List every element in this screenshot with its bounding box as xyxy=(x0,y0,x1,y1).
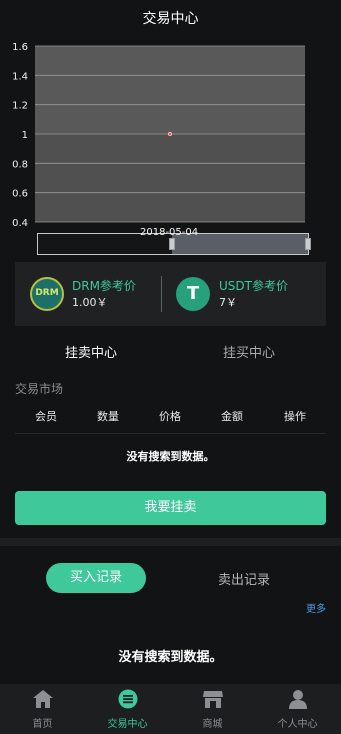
tab-buy-records[interactable]: 买入记录 xyxy=(46,563,146,593)
usdt-price-value: 7￥ xyxy=(219,296,237,309)
usdt-coin-icon: T xyxy=(176,277,210,311)
drm-price-name: DRM参考价 xyxy=(72,279,136,293)
chart-plot-band xyxy=(35,46,305,134)
store-icon xyxy=(203,691,223,708)
y-tick-label: 1 xyxy=(22,130,28,141)
tab-buy-center[interactable]: 挂买中心 xyxy=(223,342,275,361)
y-tick-label: 1.2 xyxy=(12,101,28,112)
y-tick-label: 1.6 xyxy=(12,42,28,53)
records-empty-message: 没有搜索到数据。 xyxy=(118,650,223,665)
nav-exchange-label: 交易中心 xyxy=(107,719,148,730)
drm-coin-icon: DRM xyxy=(30,277,64,311)
nav-home[interactable]: 首页 xyxy=(0,684,85,734)
market-title: 交易市场 xyxy=(15,382,64,396)
home-icon xyxy=(33,690,53,708)
nav-store[interactable]: 商城 xyxy=(170,684,255,734)
tab-sell-records[interactable]: 卖出记录 xyxy=(218,569,270,588)
column-header-amount: 金额 xyxy=(221,410,243,423)
exchange-icon xyxy=(118,689,138,709)
slider-date-label: 2018-05-04 xyxy=(140,227,199,238)
data-point xyxy=(168,132,172,136)
user-icon xyxy=(289,690,307,709)
more-link[interactable]: 更多 xyxy=(306,600,326,615)
y-tick-label: 0.6 xyxy=(12,189,28,200)
reference-price-panel: DRM DRM参考价 1.00￥ T USDT参考价 7￥ xyxy=(15,262,326,326)
nav-exchange[interactable]: 交易中心 xyxy=(85,684,170,734)
nav-profile-label: 个人中心 xyxy=(277,719,318,730)
bottom-navigation: 首页 交易中心 商城 个人中心 xyxy=(0,684,341,734)
table-divider xyxy=(15,433,326,434)
column-header-price: 价格 xyxy=(159,410,181,423)
page-title: 交易中心 xyxy=(142,11,199,27)
slider-left-handle[interactable] xyxy=(169,238,175,250)
y-tick-label: 0.8 xyxy=(12,159,28,170)
nav-home-label: 首页 xyxy=(32,719,53,730)
nav-profile[interactable]: 个人中心 xyxy=(255,684,340,734)
drm-price-value: 1.00￥ xyxy=(72,296,108,309)
column-header-quantity: 数量 xyxy=(97,410,119,423)
post-sell-button[interactable]: 我要挂卖 xyxy=(15,491,326,525)
nav-store-label: 商城 xyxy=(202,719,223,730)
price-chart: 1.6 1.4 1.2 1 0.8 0.6 0.4 xyxy=(12,42,305,229)
section-separator xyxy=(0,538,341,546)
y-tick-label: 0.4 xyxy=(12,218,28,229)
column-header-member: 会员 xyxy=(35,410,57,423)
usdt-price-name: USDT参考价 xyxy=(219,279,288,293)
price-divider xyxy=(161,276,162,312)
column-header-action: 操作 xyxy=(284,410,306,423)
slider-right-handle[interactable] xyxy=(305,238,311,250)
y-tick-label: 1.4 xyxy=(12,71,28,82)
market-table-header: 会员 数量 价格 金额 操作 xyxy=(15,408,326,424)
market-empty-message: 没有搜索到数据。 xyxy=(126,450,215,463)
tab-sell-center[interactable]: 挂卖中心 xyxy=(65,342,117,361)
